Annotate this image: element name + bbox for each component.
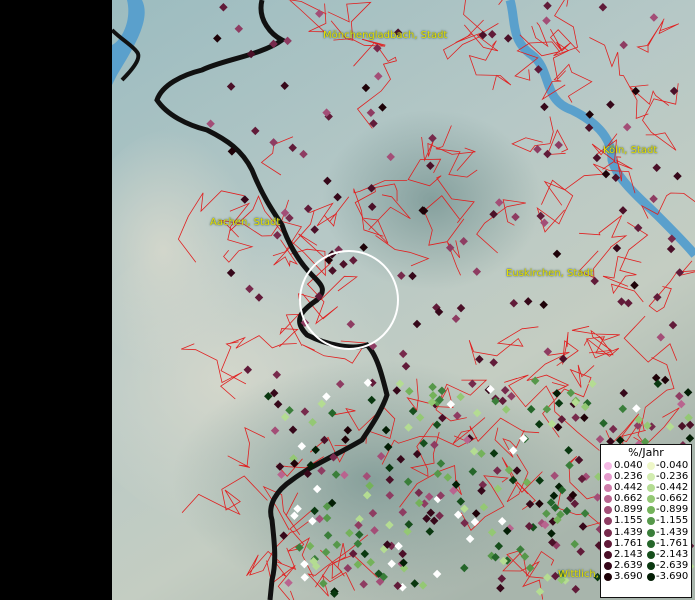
- legend-swatch-negative: [647, 572, 655, 581]
- legend-value-positive: 0.662: [614, 493, 643, 505]
- legend-row: 0.899 -0.899: [601, 504, 691, 515]
- legend-value-negative: -1.761: [656, 537, 689, 549]
- legend-value-negative: -1.439: [656, 526, 689, 538]
- legend-value-positive: 0.442: [614, 482, 643, 494]
- legend-title: %/Jahr: [628, 446, 664, 459]
- legend-swatch-negative: [647, 528, 655, 537]
- legend-swatch-positive: [604, 506, 612, 515]
- legend-rows: 0.040 -0.040 0.236 -0.236 0.442 -0.442 0.662 -0…: [601, 460, 691, 582]
- legend-value-negative: -0.899: [656, 504, 689, 516]
- legend-swatch-negative: [647, 484, 655, 493]
- legend-swatch-negative: [647, 550, 655, 559]
- legend-row: 1.439 -1.439: [601, 527, 691, 538]
- legend-swatch-negative: [647, 539, 655, 548]
- legend-swatch-positive: [604, 495, 612, 504]
- legend-value-positive: 0.899: [614, 504, 643, 516]
- legend-value-negative: -2.639: [656, 559, 689, 571]
- legend-value-positive: 0.236: [614, 471, 643, 483]
- legend-swatch-positive: [604, 572, 612, 581]
- legend-value-positive: 0.040: [614, 460, 643, 471]
- legend-swatch-negative: [647, 506, 655, 515]
- legend-swatch-positive: [604, 462, 612, 470]
- legend-value-negative: -0.442: [656, 482, 689, 494]
- legend-row: 2.639 -2.639: [601, 560, 691, 571]
- legend-row: 0.040 -0.040: [601, 460, 691, 471]
- city-label-euskirchen: Euskirchen, Stadt: [506, 268, 594, 279]
- legend-value-negative: -0.236: [656, 471, 689, 483]
- legend: %/Jahr 0.040 -0.040 0.236 -0.236 0.442 -0.442…: [600, 444, 692, 598]
- legend-swatch-negative: [647, 561, 655, 570]
- legend-value-negative: -0.662: [656, 493, 689, 505]
- legend-row: 0.662 -0.662: [601, 493, 691, 504]
- legend-value-positive: 2.639: [614, 559, 643, 571]
- legend-row: 2.143 -2.143: [601, 549, 691, 560]
- city-label-moenchengladbach: Mönchengladbach, Stadt: [323, 30, 448, 41]
- legend-row: 0.236 -0.236: [601, 471, 691, 482]
- legend-row: 1.761 -1.761: [601, 538, 691, 549]
- legend-swatch-negative: [647, 517, 655, 526]
- legend-swatch-negative: [647, 473, 655, 482]
- legend-swatch-positive: [604, 561, 612, 570]
- legend-swatch-positive: [604, 528, 612, 537]
- legend-row: 3.690 -3.690: [601, 571, 691, 582]
- map-viewer: Mönchengladbach, Stadt Köln, Stadt Aache…: [0, 0, 695, 600]
- legend-value-negative: -2.143: [656, 548, 689, 560]
- city-label-wittlich: Wittlich,: [558, 569, 599, 580]
- legend-value-negative: -3.690: [656, 570, 689, 582]
- legend-swatch-negative: [647, 462, 655, 470]
- left-black-panel: [0, 0, 112, 600]
- legend-row: 1.155 -1.155: [601, 515, 691, 526]
- legend-value-positive: 2.143: [614, 548, 643, 560]
- legend-value-positive: 3.690: [614, 570, 643, 582]
- legend-swatch-negative: [647, 495, 655, 504]
- city-label-koeln: Köln, Stadt: [603, 145, 658, 156]
- legend-swatch-positive: [604, 550, 612, 559]
- legend-value-positive: 1.439: [614, 526, 643, 538]
- legend-swatch-positive: [604, 517, 612, 526]
- legend-row: 0.442 -0.442: [601, 482, 691, 493]
- legend-value-positive: 1.761: [614, 537, 643, 549]
- legend-swatch-positive: [604, 539, 612, 548]
- legend-swatch-positive: [604, 484, 612, 493]
- legend-value-negative: -1.155: [656, 515, 689, 527]
- legend-value-positive: 1.155: [614, 515, 643, 527]
- legend-value-negative: -0.040: [656, 460, 689, 471]
- city-label-aachen: Aachen, Stadt: [210, 217, 281, 228]
- legend-swatch-positive: [604, 473, 612, 482]
